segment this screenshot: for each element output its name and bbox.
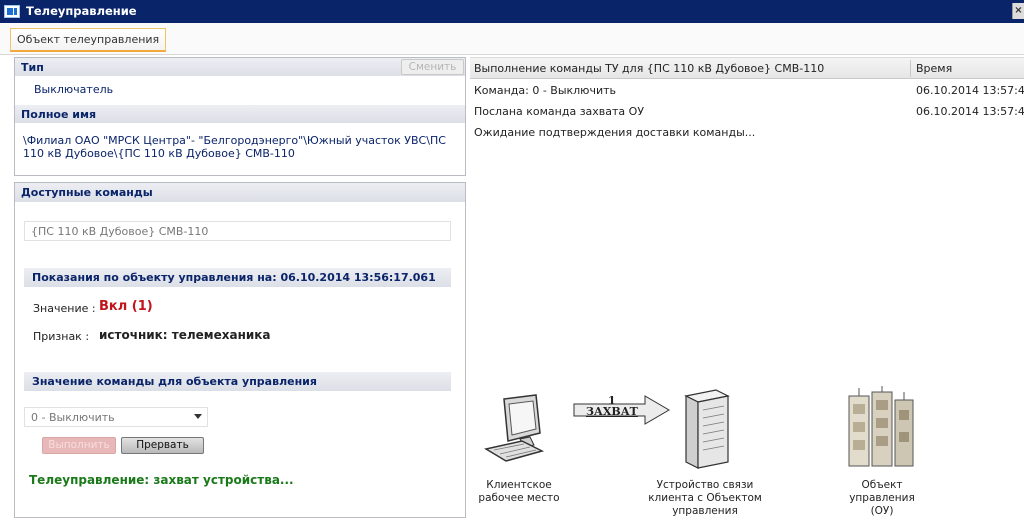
object-label: Объект управления (ОУ) bbox=[834, 479, 930, 518]
client-label-line-1: Клиентское bbox=[486, 479, 552, 491]
window-titlebar: Телеуправление × bbox=[0, 0, 1024, 23]
change-button[interactable]: Сменить bbox=[401, 59, 464, 75]
readings-header-label: Показания по объекту управления на: 06.1… bbox=[32, 271, 436, 284]
log-row: Команда: 0 - Выключить 06.10.2014 13:57:… bbox=[470, 80, 1024, 100]
client-workstation-icon bbox=[484, 394, 545, 462]
object-label-line-1: Объект bbox=[861, 479, 903, 491]
fullname-header: Полное имя bbox=[15, 105, 465, 123]
readings-header: Показания по объекту управления на: 06.1… bbox=[24, 268, 451, 287]
type-value: Выключатель bbox=[34, 83, 114, 96]
log-row-time: 06.10.2014 13:57:46 bbox=[916, 84, 1024, 97]
client-label-line-2: рабочее место bbox=[478, 492, 560, 504]
log-row-message: Послана команда захвата ОУ bbox=[474, 105, 645, 118]
commands-header: Доступные команды bbox=[15, 183, 465, 202]
commands-header-label: Доступные команды bbox=[21, 186, 153, 199]
sign-value: источник: телемеханика bbox=[99, 328, 271, 342]
client-label: Клиентское рабочее место bbox=[478, 479, 560, 505]
object-label-line-2: управления bbox=[849, 492, 915, 504]
device-label-line-1: Устройство связи bbox=[656, 479, 754, 491]
log-column-time[interactable]: Время bbox=[916, 62, 952, 75]
abort-button[interactable]: Прервать bbox=[121, 437, 204, 454]
command-object-field[interactable]: {ПС 110 кВ Дубовое} СМВ-110 bbox=[24, 221, 451, 241]
command-object-text: {ПС 110 кВ Дубовое} СМВ-110 bbox=[31, 225, 209, 238]
chevron-down-icon[interactable] bbox=[194, 414, 202, 419]
log-column-message[interactable]: Выполнение команды ТУ для {ПС 110 кВ Дуб… bbox=[474, 62, 824, 75]
device-label: Устройство связи клиента с Объектом упра… bbox=[640, 479, 770, 518]
value-label: Значение : bbox=[33, 302, 96, 315]
column-divider bbox=[910, 60, 911, 77]
log-row: Послана команда захвата ОУ 06.10.2014 13… bbox=[470, 101, 1024, 121]
fullname-header-label: Полное имя bbox=[21, 108, 97, 121]
command-select[interactable]: 0 - Выключить bbox=[24, 407, 208, 427]
commands-panel: Доступные команды {ПС 110 кВ Дубовое} СМ… bbox=[14, 182, 466, 518]
fullname-value: \Филиал ОАО "МРСК Центра"- "Белгородэнер… bbox=[23, 134, 446, 160]
window-title: Телеуправление bbox=[26, 4, 137, 18]
tab-strip: Объект телеуправления bbox=[0, 23, 1024, 55]
log-row-message: Ожидание подтверждения доставки команды.… bbox=[474, 126, 756, 139]
type-header: Тип bbox=[15, 58, 465, 76]
process-diagram: Клиентское рабочее место 1 ЗАХВАТ Устрой… bbox=[470, 378, 1024, 522]
execute-button[interactable]: Выполнить bbox=[42, 437, 116, 454]
command-value-header: Значение команды для объекта управления bbox=[24, 372, 451, 391]
status-text: Телеуправление: захват устройства... bbox=[29, 473, 294, 487]
command-value-header-label: Значение команды для объекта управления bbox=[32, 375, 317, 388]
close-icon[interactable]: × bbox=[1012, 3, 1024, 19]
object-info-panel: Тип Сменить Выключатель Полное имя \Фили… bbox=[14, 57, 466, 176]
sign-label: Признак : bbox=[33, 330, 90, 343]
capture-arrow-label: ЗАХВАТ bbox=[586, 405, 638, 418]
value-value: Вкл (1) bbox=[99, 299, 153, 314]
tab-control-object[interactable]: Объект телеуправления bbox=[10, 28, 167, 52]
device-label-line-2: клиента с Объектом bbox=[648, 492, 762, 504]
type-header-label: Тип bbox=[21, 61, 44, 74]
switchgear-object-icon bbox=[848, 386, 914, 467]
app-icon bbox=[4, 5, 20, 18]
log-row-message: Команда: 0 - Выключить bbox=[474, 84, 616, 97]
object-label-line-3: (ОУ) bbox=[870, 505, 894, 517]
log-row: Ожидание подтверждения доставки команды.… bbox=[470, 122, 1024, 142]
device-label-line-3: управления bbox=[672, 505, 738, 517]
log-header: Выполнение команды ТУ для {ПС 110 кВ Дуб… bbox=[470, 57, 1024, 79]
communication-device-icon bbox=[684, 389, 730, 469]
log-row-time: 06.10.2014 13:57:46 bbox=[916, 105, 1024, 118]
command-select-value: 0 - Выключить bbox=[31, 411, 115, 424]
